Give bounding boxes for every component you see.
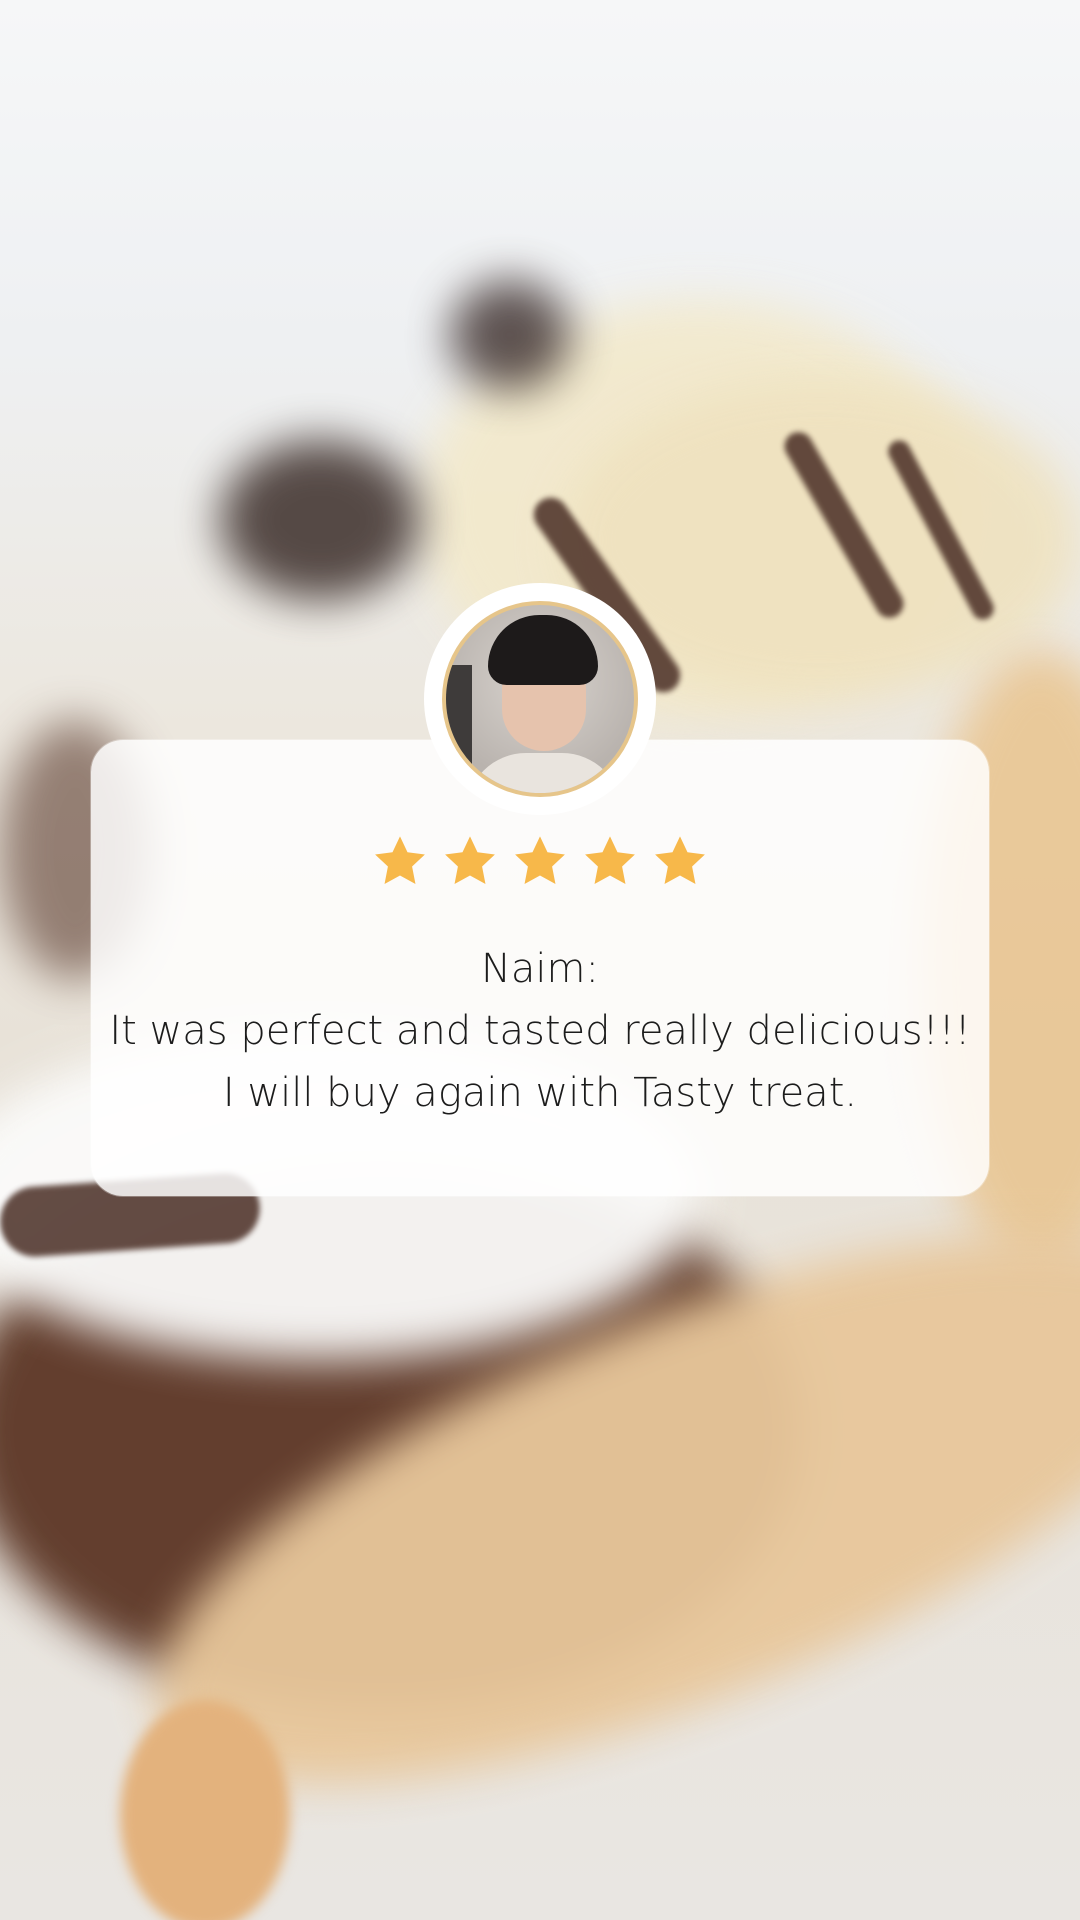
star-icon bbox=[375, 836, 425, 884]
star-icon bbox=[655, 836, 705, 884]
star-rating bbox=[91, 832, 989, 890]
avatar-ring bbox=[424, 583, 656, 815]
star-icon bbox=[445, 836, 495, 884]
avatar bbox=[442, 601, 638, 797]
reviewer-name: Naim: bbox=[481, 946, 599, 992]
review-line-1: It was perfect and tasted really delicio… bbox=[109, 1008, 971, 1054]
review-text: Naim: It was perfect and tasted really d… bbox=[91, 938, 989, 1124]
star-icon bbox=[515, 836, 565, 884]
star-icon bbox=[585, 836, 635, 884]
review-line-2: I will buy again with Tasty treat. bbox=[222, 1070, 858, 1116]
